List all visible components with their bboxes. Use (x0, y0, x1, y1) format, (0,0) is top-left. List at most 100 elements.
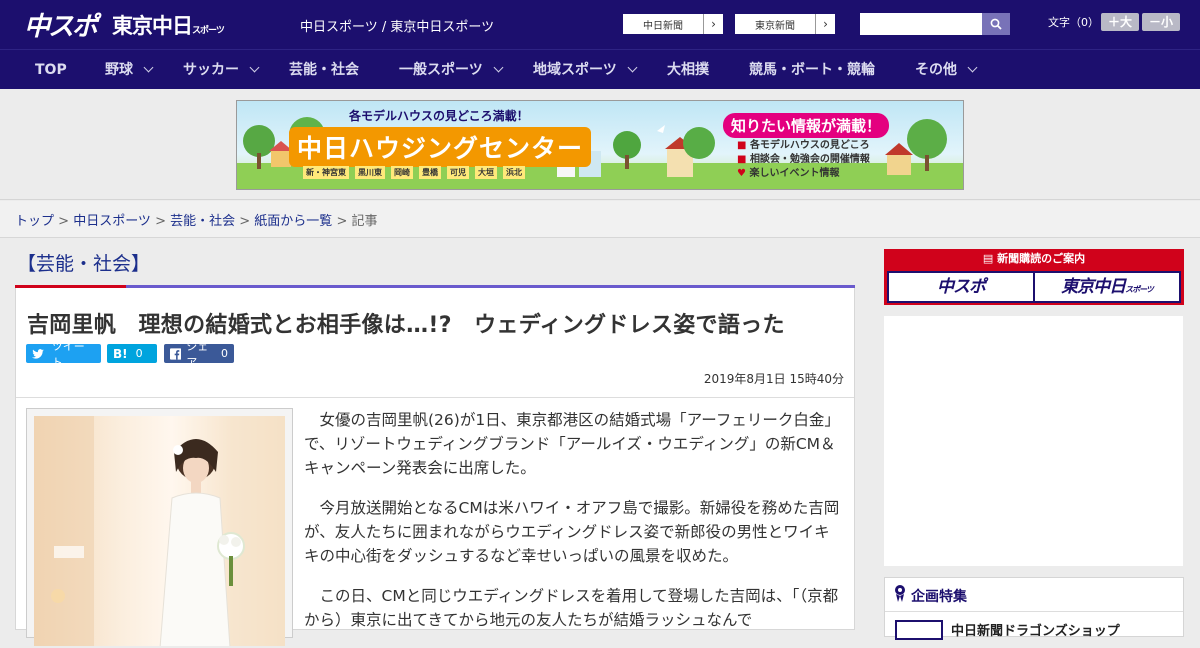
hatena-icon: B! (113, 346, 128, 361)
article-divider (16, 397, 854, 398)
facebook-count: 0 (221, 347, 228, 360)
nav-label: TOP (35, 62, 67, 78)
nav-label: その他 (915, 62, 957, 78)
feature-title: 企画特集 (911, 589, 967, 605)
nav-label: 競馬・ボート・競輪 (749, 62, 875, 78)
nav-item-soccer[interactable]: サッカー (183, 50, 260, 90)
breadcrumb-item[interactable]: トップ (15, 214, 54, 229)
tokyo-chunichi-logo[interactable]: 東京中日スポーツ (112, 10, 225, 40)
chevron-down-icon (249, 62, 260, 73)
feature-item[interactable]: 中日新聞ドラゴンズショップ (885, 612, 1183, 640)
article-photo[interactable] (26, 408, 293, 646)
sidebar-ad-slot[interactable] (884, 316, 1183, 566)
search-button[interactable] (982, 13, 1010, 35)
nav-label: 芸能・社会 (289, 62, 359, 78)
housing-center-banner[interactable]: 各モデルハウスの見どころ満載！ 中日ハウジングセンター 新・神宮東 黒川東 岡崎… (236, 100, 964, 190)
ribbon-icon (895, 585, 905, 602)
chunichi-shimbun-link[interactable]: 中日新聞 › (622, 13, 724, 35)
nav-item-sumo[interactable]: 大相撲 (667, 50, 709, 90)
banner-top-text: 各モデルハウスの見どころ満載！ (349, 109, 529, 123)
dragons-shop-icon (895, 620, 943, 640)
banner-location: 豊橋 (419, 166, 441, 179)
house-icon: ■ (737, 140, 747, 151)
hatena-count: 0 (135, 347, 143, 360)
subscription-title-text: 新聞購読のご案内 (997, 252, 1086, 265)
tokyo-shimbun-label: 東京新聞 (755, 20, 795, 32)
site-name: 中日スポーツ / 東京中日スポーツ (300, 20, 495, 35)
breadcrumb: トップ > 中日スポーツ > 芸能・社会 > 紙面から一覧 > 記事 (0, 201, 1200, 238)
chunichi-shimbun-label: 中日新聞 (643, 20, 683, 32)
nav-label: 一般スポーツ (399, 62, 483, 78)
nav-item-other[interactable]: その他 (915, 50, 978, 90)
breadcrumb-item[interactable]: 紙面から一覧 (254, 214, 332, 229)
nav-item-racing[interactable]: 競馬・ボート・競輪 (749, 50, 875, 90)
article-paragraph: 女優の吉岡里帆(26)が1日、東京都港区の結婚式場「アーフェリーク白金」で、リゾ… (304, 411, 840, 477)
bride-photo-illustration (34, 416, 285, 646)
subscribe-tokyo-label: 東京中日 (1061, 277, 1126, 297)
feature-item-label: 中日新聞ドラゴンズショップ (951, 624, 1120, 639)
ad-band: 各モデルハウスの見どころ満載！ 中日ハウジングセンター 新・神宮東 黒川東 岡崎… (0, 90, 1200, 200)
chevron-down-icon (627, 62, 638, 73)
article-card: 吉岡里帆 理想の結婚式とお相手像は…!? ウェディングドレス姿で語った ツイート… (15, 288, 855, 646)
feature-box: 企画特集 中日新聞ドラゴンズショップ (884, 577, 1184, 640)
banner-location: 大垣 (475, 166, 497, 179)
tokyo-shimbun-link[interactable]: 東京新聞 › (734, 13, 836, 35)
tweet-button[interactable]: ツイート (26, 340, 101, 369)
banner-bullet-text: 相談会・勉強会の開催情報 (749, 154, 870, 165)
newspaper-icon: ▤ (982, 252, 994, 265)
nav-item-top[interactable]: TOP (35, 50, 67, 90)
article-photo-image (34, 416, 285, 646)
hatena-bookmark-button[interactable]: B! 0 (107, 344, 157, 363)
breadcrumb-item[interactable]: 中日スポーツ (73, 214, 151, 229)
nav-item-local-sports[interactable]: 地域スポーツ (533, 50, 638, 90)
font-smaller-button[interactable]: －小 (1142, 13, 1180, 31)
nav-label: サッカー (183, 62, 239, 78)
breadcrumb-sep: > (332, 214, 352, 229)
breadcrumb-current: 記事 (351, 214, 378, 229)
heart-icon: ♥ (737, 168, 746, 179)
banner-bullet: ■ 相談会・勉強会の開催情報 (737, 153, 870, 167)
category-label: 【芸能・社会】 (17, 253, 151, 275)
search-input[interactable] (860, 13, 982, 35)
article-paragraph: 今月放送開始となるCMは米ハワイ・オアフ島で撮影。新婦役を務めた吉岡が、友人たち… (304, 499, 840, 565)
font-larger-button[interactable]: ＋大 (1101, 13, 1139, 31)
nav-item-general-sports[interactable]: 一般スポーツ (399, 50, 504, 90)
banner-location: 黒川東 (355, 166, 385, 179)
article-datetime: 2019年8月1日 15時40分 (703, 372, 844, 386)
breadcrumb-sep: > (235, 214, 255, 229)
tokyo-logo-sub: スポーツ (192, 26, 225, 36)
chevron-down-icon (493, 62, 504, 73)
twitter-icon (32, 348, 44, 359)
subscription-links: 中スポ 東京中日スポーツ (887, 271, 1181, 303)
banner-locations: 新・神宮東 黒川東 岡崎 豊橋 可児 大垣 浜北 (303, 166, 525, 179)
article-paragraph: この日、CMと同じウエディングドレスを着用して登場した吉岡は、「（京都から）東京… (304, 587, 839, 629)
facebook-icon (170, 347, 182, 360)
tweet-label: ツイート (51, 339, 85, 369)
nav-item-entertainment[interactable]: 芸能・社会 (289, 50, 359, 90)
nav-label: 地域スポーツ (533, 62, 617, 78)
subscribe-tokyo-chunichi-link[interactable]: 東京中日スポーツ (1035, 273, 1179, 301)
breadcrumb-sep: > (54, 214, 74, 229)
banner-badge: 知りたい情報が満載！ (723, 113, 890, 138)
subscription-box: ▤ 新聞購読のご案内 中スポ 東京中日スポーツ (884, 249, 1184, 305)
tokyo-logo-main: 東京中日 (112, 14, 193, 38)
breadcrumb-item[interactable]: 芸能・社会 (170, 214, 235, 229)
nav-item-baseball[interactable]: 野球 (105, 50, 154, 90)
banner-bullet: ♥ 楽しいイベント情報 (737, 167, 870, 181)
subscribe-chuspo-link[interactable]: 中スポ (889, 273, 1033, 301)
search-box (860, 13, 1010, 35)
banner-location: 岡崎 (391, 166, 413, 179)
banner-location: 浜北 (503, 166, 525, 179)
article-body: 女優の吉岡里帆(26)が1日、東京都港区の結婚式場「アーフェリーク白金」で、リゾ… (304, 408, 844, 648)
banner-bullet-text: 各モデルハウスの見どころ (749, 140, 870, 151)
facebook-label: シェア (186, 339, 209, 369)
facebook-share-button[interactable]: シェア 0 (164, 340, 234, 369)
nav-label: 大相撲 (667, 62, 709, 78)
article-headline: 吉岡里帆 理想の結婚式とお相手像は…!? ウェディングドレス姿で語った (27, 313, 785, 338)
chuspo-logo[interactable]: 中スポ (24, 6, 98, 43)
chevron-down-icon (143, 62, 154, 73)
nav-label: 野球 (105, 62, 133, 78)
subscribe-tokyo-sub: スポーツ (1125, 285, 1154, 294)
main-nav: TOP 野球 サッカー 芸能・社会 一般スポーツ 地域スポーツ 大相撲 競馬・ボ… (0, 49, 1200, 89)
feature-header: 企画特集 (885, 578, 1183, 612)
